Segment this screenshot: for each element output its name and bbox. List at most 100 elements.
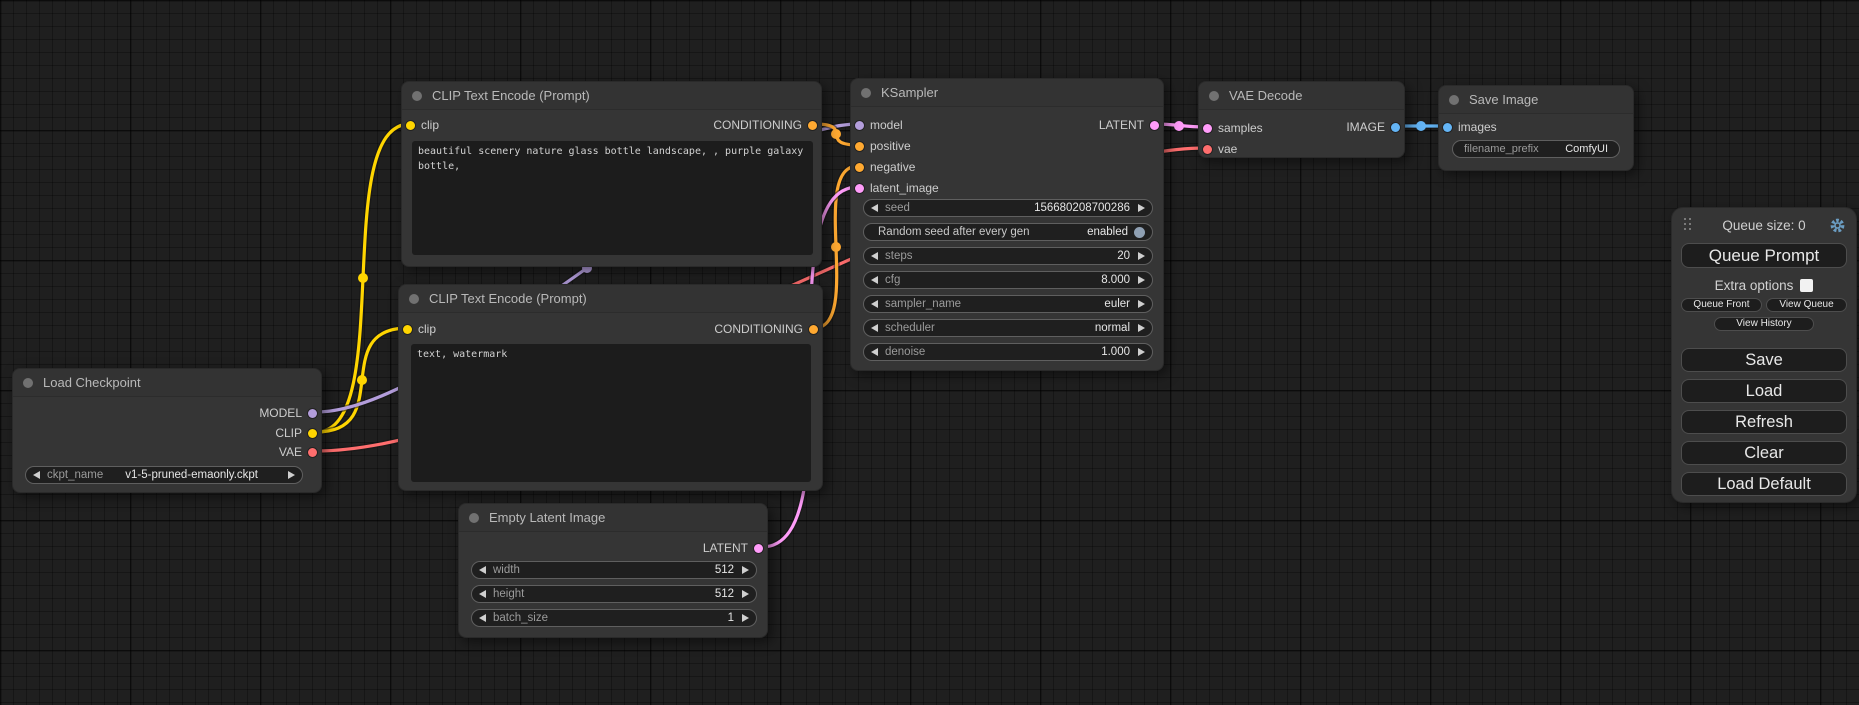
image-output-dot[interactable] [1391, 123, 1400, 132]
node-save-image[interactable]: Save Image images filename_prefix ComfyU… [1438, 85, 1634, 171]
toggle-dot-icon[interactable] [1134, 227, 1145, 238]
collapse-dot-icon[interactable] [861, 88, 871, 98]
conditioning-input-dot[interactable] [855, 142, 864, 151]
decrement-arrow-icon[interactable] [871, 204, 878, 212]
filename-prefix-widget[interactable]: filename_prefix ComfyUI [1452, 140, 1620, 158]
node-header[interactable]: CLIP Text Encode (Prompt) [402, 82, 821, 110]
latent-input-dot[interactable] [1203, 124, 1212, 133]
increment-arrow-icon[interactable] [742, 614, 749, 622]
collapse-dot-icon[interactable] [469, 513, 479, 523]
output-slot-clip[interactable]: CLIP [275, 424, 321, 442]
queue-front-button[interactable]: Queue Front [1681, 298, 1762, 312]
decrement-arrow-icon[interactable] [479, 566, 486, 574]
queue-prompt-button[interactable]: Queue Prompt [1681, 243, 1847, 268]
refresh-button[interactable]: Refresh [1681, 410, 1847, 434]
collapse-dot-icon[interactable] [23, 378, 33, 388]
input-slot-latent-image[interactable]: latent_image [851, 179, 939, 197]
clip-output-dot[interactable] [308, 429, 317, 438]
link-midpoint-dot[interactable] [1174, 121, 1184, 131]
settings-gear-icon[interactable] [1829, 217, 1846, 239]
increment-arrow-icon[interactable] [1138, 348, 1145, 356]
output-slot-conditioning[interactable]: CONDITIONING [714, 320, 822, 338]
view-queue-button[interactable]: View Queue [1766, 298, 1847, 312]
model-output-dot[interactable] [308, 409, 317, 418]
output-slot-model[interactable]: MODEL [259, 404, 321, 422]
input-slot-positive[interactable]: positive [851, 137, 911, 155]
clip-input-dot[interactable] [406, 121, 415, 130]
cfg-widget[interactable]: cfg 8.000 [863, 271, 1153, 289]
output-slot-latent[interactable]: LATENT [703, 539, 767, 557]
node-header[interactable]: Empty Latent Image [459, 504, 767, 532]
input-slot-negative[interactable]: negative [851, 158, 915, 176]
node-clip-text-encode-positive[interactable]: CLIP Text Encode (Prompt) clip CONDITION… [401, 81, 822, 267]
node-empty-latent-image[interactable]: Empty Latent Image LATENT width 512 heig… [458, 503, 768, 638]
clear-button[interactable]: Clear [1681, 441, 1847, 465]
queue-menu-panel[interactable]: Queue size: 0 Queue Prompt Extra options… [1671, 207, 1857, 503]
batch-size-widget[interactable]: batch_size 1 [471, 609, 757, 627]
output-slot-image[interactable]: IMAGE [1346, 118, 1404, 136]
sampler-name-widget[interactable]: sampler_name euler [863, 295, 1153, 313]
conditioning-input-dot[interactable] [855, 163, 864, 172]
save-button[interactable]: Save [1681, 348, 1847, 372]
increment-arrow-icon[interactable] [742, 590, 749, 598]
ckpt-name-widget[interactable]: ckpt_name v1-5-pruned-emaonly.ckpt [25, 466, 303, 484]
node-graph-canvas[interactable]: Load Checkpoint MODEL CLIP VAE ckpt_name… [0, 0, 1859, 705]
latent-output-dot[interactable] [1150, 121, 1159, 130]
random-seed-widget[interactable]: Random seed after every gen enabled [863, 223, 1153, 241]
node-clip-text-encode-negative[interactable]: CLIP Text Encode (Prompt) clip CONDITION… [398, 284, 823, 491]
decrement-arrow-icon[interactable] [871, 324, 878, 332]
link-midpoint-dot[interactable] [831, 129, 841, 139]
clip-input-dot[interactable] [403, 325, 412, 334]
output-slot-conditioning[interactable]: CONDITIONING [713, 116, 821, 134]
collapse-dot-icon[interactable] [412, 91, 422, 101]
increment-arrow-icon[interactable] [1138, 204, 1145, 212]
collapse-dot-icon[interactable] [1209, 91, 1219, 101]
node-vae-decode[interactable]: VAE Decode samples vae IMAGE [1198, 81, 1405, 158]
decrement-arrow-icon[interactable] [479, 614, 486, 622]
input-slot-clip[interactable]: clip [402, 116, 439, 134]
seed-widget[interactable]: seed 156680208700286 [863, 199, 1153, 217]
decrement-arrow-icon[interactable] [33, 471, 40, 479]
conditioning-output-dot[interactable] [808, 121, 817, 130]
scheduler-widget[interactable]: scheduler normal [863, 319, 1153, 337]
vae-input-dot[interactable] [1203, 145, 1212, 154]
latent-input-dot[interactable] [855, 184, 864, 193]
input-slot-vae[interactable]: vae [1199, 140, 1237, 158]
input-slot-samples[interactable]: samples [1199, 119, 1263, 137]
node-header[interactable]: Save Image [1439, 86, 1633, 114]
increment-arrow-icon[interactable] [742, 566, 749, 574]
output-slot-latent[interactable]: LATENT [1099, 116, 1163, 134]
link-midpoint-dot[interactable] [831, 242, 841, 252]
conditioning-output-dot[interactable] [809, 325, 818, 334]
output-slot-vae[interactable]: VAE [279, 443, 321, 461]
node-header[interactable]: KSampler [851, 79, 1163, 107]
height-widget[interactable]: height 512 [471, 585, 757, 603]
node-ksampler[interactable]: KSampler model positive negative latent_… [850, 78, 1164, 371]
increment-arrow-icon[interactable] [288, 471, 295, 479]
link-midpoint-dot[interactable] [1416, 121, 1426, 131]
node-header[interactable]: Load Checkpoint [13, 369, 321, 397]
input-slot-images[interactable]: images [1439, 118, 1497, 136]
width-widget[interactable]: width 512 [471, 561, 757, 579]
steps-widget[interactable]: steps 20 [863, 247, 1153, 265]
model-input-dot[interactable] [855, 121, 864, 130]
prompt-text-area[interactable]: beautiful scenery nature glass bottle la… [412, 141, 813, 255]
view-history-button[interactable]: View History [1714, 317, 1814, 331]
increment-arrow-icon[interactable] [1138, 276, 1145, 284]
increment-arrow-icon[interactable] [1138, 252, 1145, 260]
denoise-widget[interactable]: denoise 1.000 [863, 343, 1153, 361]
increment-arrow-icon[interactable] [1138, 300, 1145, 308]
input-slot-model[interactable]: model [851, 116, 903, 134]
input-slot-clip[interactable]: clip [399, 320, 436, 338]
node-load-checkpoint[interactable]: Load Checkpoint MODEL CLIP VAE ckpt_name… [12, 368, 322, 493]
latent-output-dot[interactable] [754, 544, 763, 553]
node-header[interactable]: VAE Decode [1199, 82, 1404, 110]
link-midpoint-dot[interactable] [358, 273, 368, 283]
decrement-arrow-icon[interactable] [479, 590, 486, 598]
drag-handle-icon[interactable] [1684, 218, 1693, 232]
image-input-dot[interactable] [1443, 123, 1452, 132]
extra-options-checkbox[interactable] [1800, 279, 1813, 292]
decrement-arrow-icon[interactable] [871, 348, 878, 356]
increment-arrow-icon[interactable] [1138, 324, 1145, 332]
load-default-button[interactable]: Load Default [1681, 472, 1847, 496]
